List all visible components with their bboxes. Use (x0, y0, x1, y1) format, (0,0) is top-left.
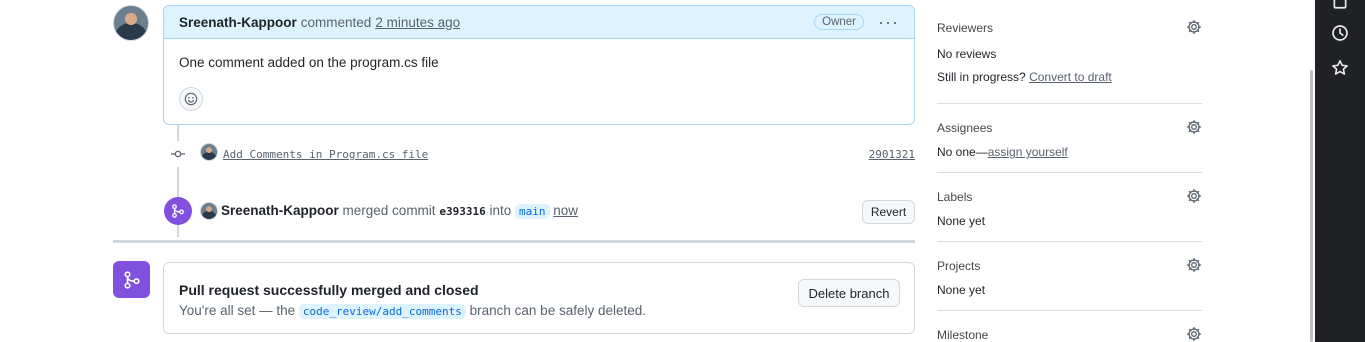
merge-into: into (489, 203, 512, 218)
kebab-menu-icon[interactable]: ··· (878, 13, 899, 31)
merge-status-subtitle: You're all set — the code_review/add_com… (179, 303, 647, 319)
merge-time-link[interactable]: now (553, 203, 578, 218)
comment-verb: commented (300, 14, 372, 30)
branch-pill[interactable]: code_review/add_comments (298, 304, 466, 319)
merge-status-title: Pull request successfully merged and clo… (179, 282, 479, 298)
sidebar-assignees-value: No one—assign yourself (937, 145, 1202, 159)
sidebar-assignees: Assignees No one—assign yourself (937, 119, 1202, 159)
sidebar-progress-text: Still in progress? (937, 70, 1026, 84)
sidebar-divider (937, 241, 1202, 242)
sidebar-progress: Still in progress? Convert to draft (937, 70, 1202, 84)
sidebar-milestone-title: Milestone (937, 328, 989, 342)
history-icon[interactable] (1331, 24, 1349, 42)
merged-status-icon (113, 261, 150, 298)
sidebar-labels: Labels None yet (937, 188, 1202, 228)
revert-button[interactable]: Revert (862, 200, 915, 224)
sidebar-projects-value: None yet (937, 283, 986, 297)
branch-pill[interactable]: main (515, 204, 550, 219)
commit-row: Add Comments in Program.cs file 2901321 (163, 140, 915, 167)
smiley-icon (184, 92, 198, 106)
sidebar-milestone: Milestone (937, 326, 1202, 342)
owner-badge: Owner (814, 14, 865, 30)
avatar[interactable] (113, 5, 149, 41)
convert-to-draft-link[interactable]: Convert to draft (1029, 70, 1112, 84)
comment-box: Sreenath-Kappoor commented 2 minutes ago… (163, 5, 915, 125)
comment-time-link[interactable]: 2 minutes ago (375, 15, 460, 30)
merge-text: Sreenath-Kappoor merged commit e393316 i… (221, 203, 578, 219)
gear-icon[interactable] (1186, 188, 1202, 204)
sidebar-reviewers-value: No reviews (937, 47, 997, 61)
save-icon[interactable] (1331, 0, 1349, 10)
sidebar-projects-title: Projects (937, 259, 981, 273)
commit-sha-link[interactable]: 2901321 (869, 148, 915, 161)
gear-icon[interactable] (1186, 119, 1202, 135)
page-scrollbar[interactable] (1310, 70, 1313, 342)
sidebar-labels-title: Labels (937, 190, 973, 204)
sidebar-assignees-prefix: No one— (937, 145, 988, 159)
gear-icon[interactable] (1186, 19, 1202, 35)
avatar[interactable] (200, 143, 218, 161)
add-reaction-button[interactable] (179, 87, 203, 111)
merge-sha-link[interactable]: e393316 (439, 205, 485, 218)
browser-side-panel (1315, 0, 1365, 342)
merge-status-prefix: You're all set — the (179, 303, 296, 318)
assign-yourself-link[interactable]: assign yourself (988, 145, 1068, 159)
comment-author-link[interactable]: Sreenath-Kappoor (179, 15, 297, 30)
timeline-end-divider (113, 240, 915, 243)
comment-body: One comment added on the program.cs file (179, 55, 439, 70)
commit-message-link[interactable]: Add Comments in Program.cs file (223, 148, 428, 161)
git-merge-icon (164, 197, 192, 225)
delete-branch-button[interactable]: Delete branch (798, 279, 900, 307)
merge-author-link[interactable]: Sreenath-Kappoor (221, 203, 339, 218)
sidebar-reviewers: Reviewers No reviews Still in progress? … (937, 19, 1202, 84)
gear-icon[interactable] (1186, 257, 1202, 273)
sidebar-labels-value: None yet (937, 214, 986, 228)
merge-status-box: Pull request successfully merged and clo… (163, 262, 915, 334)
gear-icon[interactable] (1186, 326, 1202, 342)
comment-header: Sreenath-Kappoor commented 2 minutes ago… (164, 6, 914, 39)
merge-status-suffix: branch can be safely deleted. (469, 303, 647, 318)
avatar[interactable] (200, 202, 218, 220)
sidebar-projects: Projects None yet (937, 257, 1202, 297)
merge-event-row: Sreenath-Kappoor merged commit e393316 i… (163, 197, 915, 225)
sidebar-reviewers-title: Reviewers (937, 21, 994, 35)
sidebar-divider (937, 310, 1202, 311)
sidebar-divider (937, 172, 1202, 173)
star-icon[interactable] (1331, 59, 1349, 77)
git-commit-icon (165, 141, 191, 167)
sidebar-divider (937, 103, 1202, 104)
sidebar-assignees-title: Assignees (937, 121, 993, 135)
merge-verb: merged commit (342, 203, 436, 218)
